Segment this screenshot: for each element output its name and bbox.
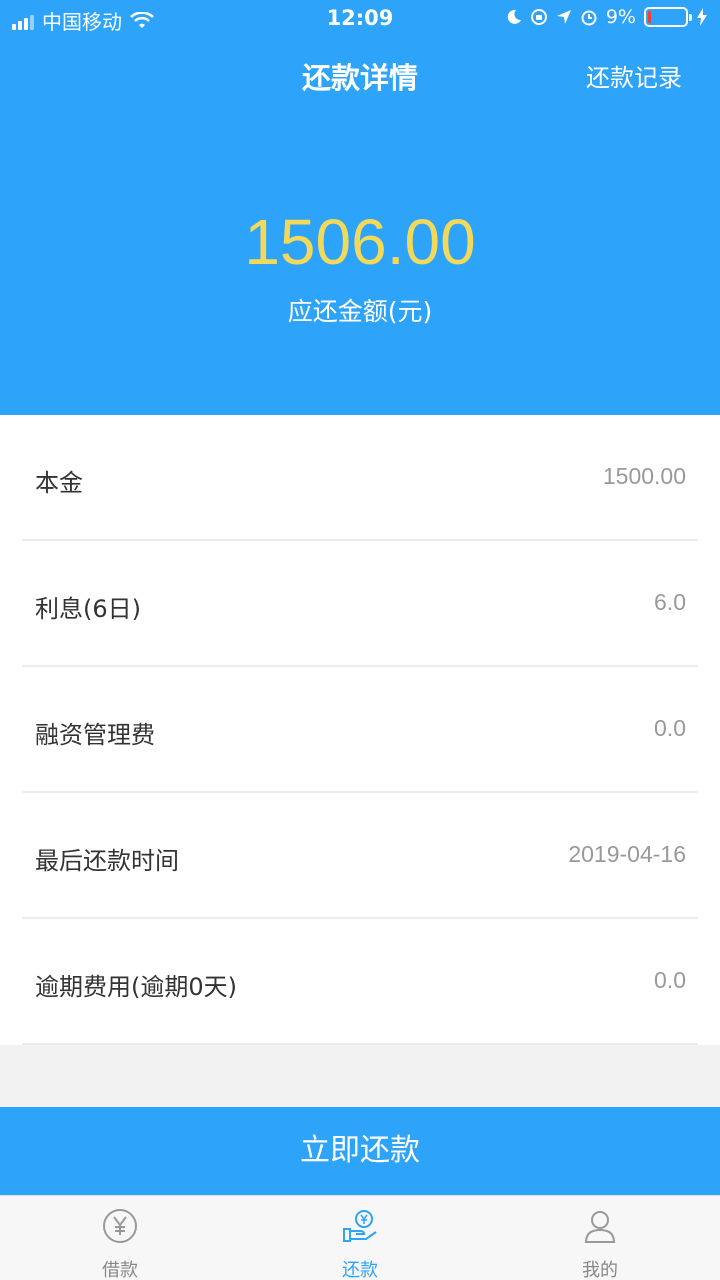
detail-value: 2019-04-16 (568, 841, 686, 867)
detail-label: 本金 (35, 469, 83, 497)
tab-label: 借款 (102, 1260, 138, 1280)
repay-hand-icon (343, 1210, 377, 1242)
tab-label: 我的 (582, 1260, 618, 1280)
yen-coin-icon (103, 1209, 137, 1243)
status-bar: 中国移动 12:09 9% (0, 0, 720, 38)
location-icon (556, 10, 571, 24)
detail-label: 融资管理费 (35, 721, 155, 749)
due-amount: 1506.00 (244, 206, 476, 278)
detail-row-interest: 利息(6日) 6.0 (22, 541, 698, 667)
battery-fill (648, 11, 651, 23)
detail-label: 利息(6日) (35, 595, 141, 623)
detail-row-management-fee: 融资管理费 0.0 (22, 667, 698, 793)
charging-icon (697, 8, 707, 26)
detail-row-overdue-fee: 逾期费用(逾期0天) 0.0 (22, 919, 698, 1045)
battery-icon (644, 7, 692, 27)
tab-borrow[interactable]: 借款 (0, 1196, 240, 1280)
tab-mine[interactable]: 我的 (480, 1196, 720, 1280)
tab-label: 还款 (342, 1260, 378, 1280)
repayment-details-list: 本金 1500.00 利息(6日) 6.0 融资管理费 0.0 最后还款时间 2… (0, 415, 720, 1045)
detail-value: 6.0 (654, 589, 686, 615)
user-icon (584, 1211, 616, 1243)
battery-percent: 9% (605, 6, 636, 28)
due-amount-label: 应还金额(元) (287, 297, 433, 326)
detail-label: 最后还款时间 (35, 847, 179, 875)
tab-repay[interactable]: 还款 (240, 1196, 480, 1280)
orientation-lock-icon (530, 9, 547, 25)
detail-value: 0.0 (654, 715, 686, 741)
detail-label: 逾期费用(逾期0天) (35, 973, 237, 1001)
detail-row-principal: 本金 1500.00 (22, 415, 698, 541)
detail-value: 0.0 (654, 967, 686, 993)
alarm-icon (581, 10, 597, 26)
tab-bar: 借款 还款 我的 (0, 1195, 720, 1280)
detail-value: 1500.00 (602, 463, 686, 489)
moon-icon (507, 9, 521, 24)
repayment-records-link[interactable]: 还款记录 (586, 58, 682, 93)
header-area: 中国移动 12:09 9% 还款详情 还款记录 1506.00 应还金额(元) (0, 0, 720, 415)
detail-row-due-date: 最后还款时间 2019-04-16 (22, 793, 698, 919)
repay-now-button[interactable]: 立即还款 (0, 1107, 720, 1195)
status-right: 9% (506, 6, 708, 28)
